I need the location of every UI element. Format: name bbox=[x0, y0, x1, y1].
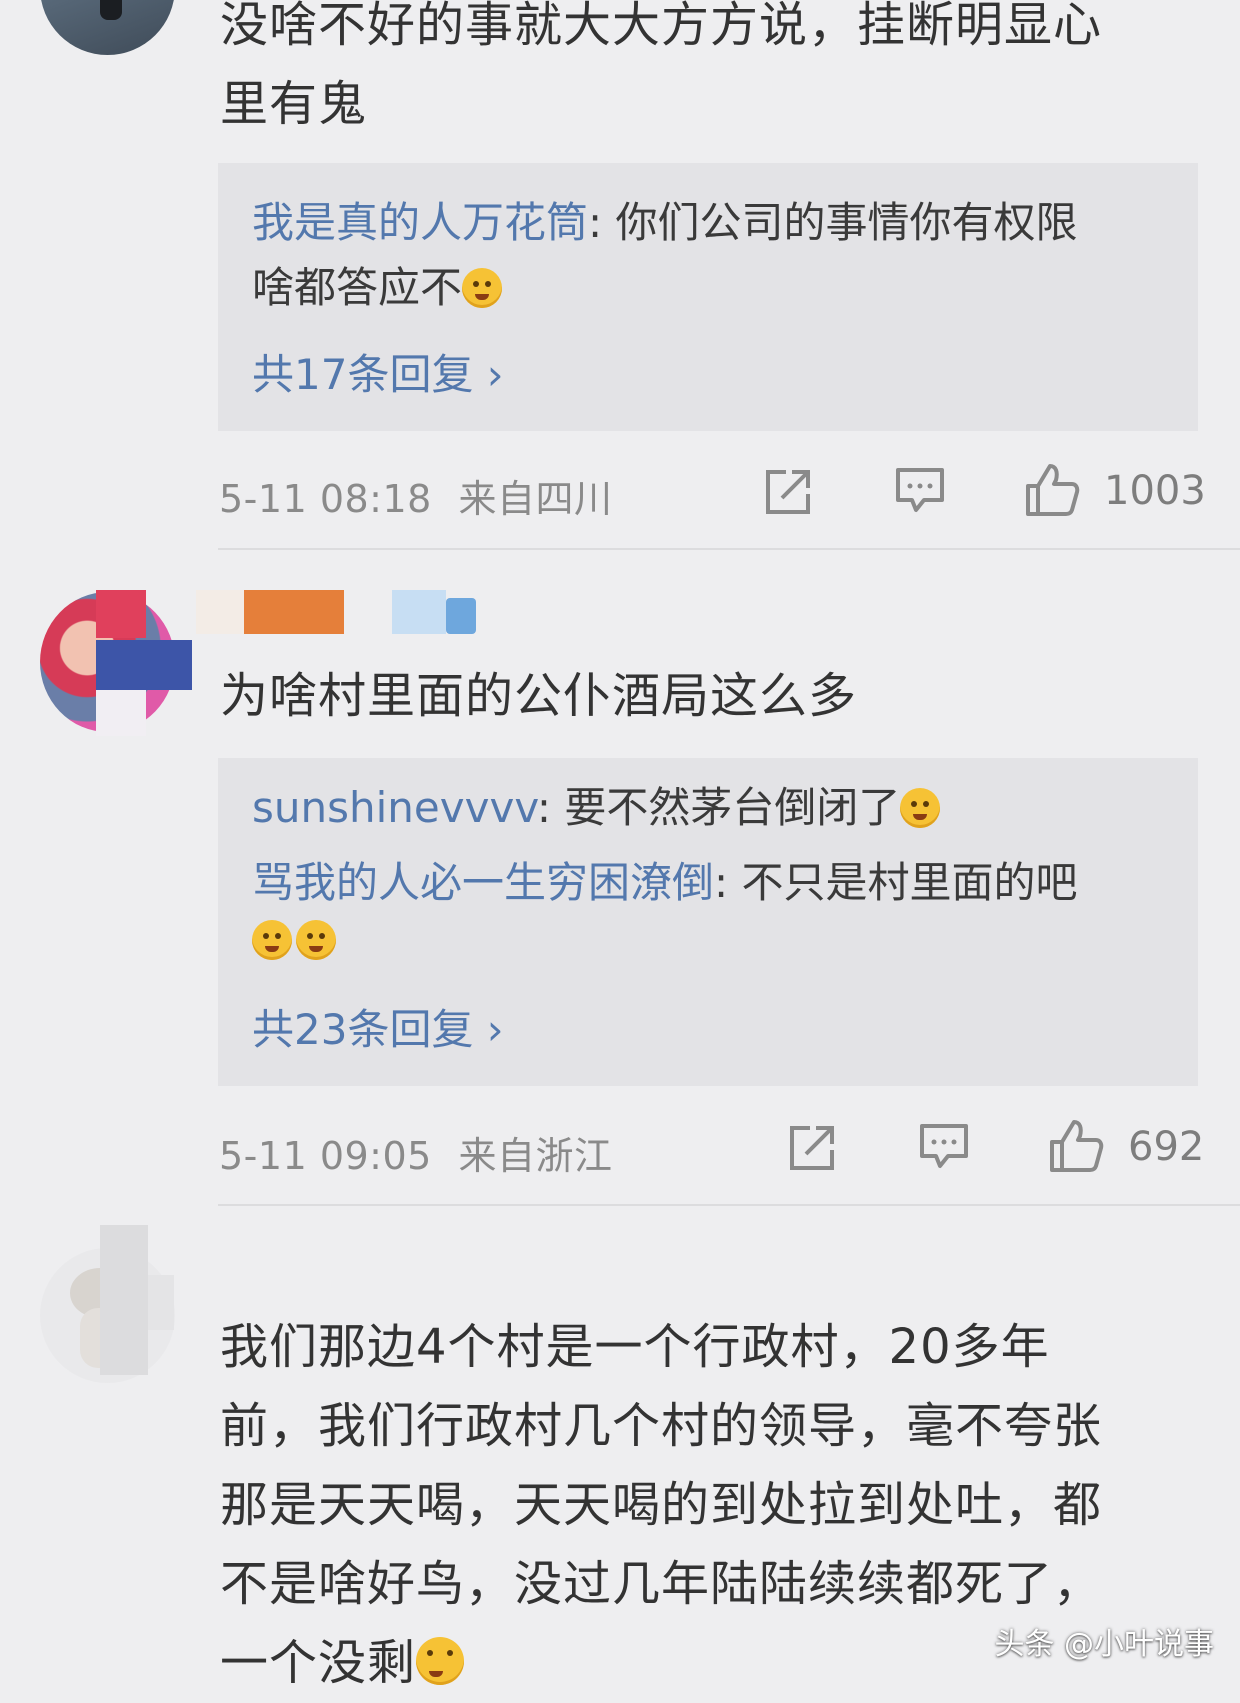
reply-text: : 你们公司的事情你有权限 bbox=[588, 198, 1078, 247]
comment-text: 我们那边4个村是一个行政村，20多年 前，我们行政村几个村的领导，毫不夸张 那是… bbox=[220, 1319, 1103, 1691]
cover-face-emoji-icon bbox=[252, 920, 292, 960]
level-badge bbox=[446, 598, 476, 634]
username-mosaic bbox=[244, 590, 344, 634]
share-icon[interactable] bbox=[786, 1122, 838, 1174]
divider bbox=[218, 1204, 1240, 1206]
more-replies-link[interactable]: 共23条回复 › bbox=[252, 996, 504, 1057]
comment-icon[interactable] bbox=[918, 1122, 970, 1172]
timestamp: 5-11 08:18 bbox=[219, 477, 432, 521]
cover-face-emoji-icon bbox=[296, 920, 336, 960]
username-mosaic bbox=[96, 590, 146, 638]
comment-meta: 5-11 09:05 来自浙江 bbox=[219, 1125, 612, 1180]
username-mosaic bbox=[96, 690, 146, 736]
username-mosaic bbox=[96, 640, 192, 690]
share-icon[interactable] bbox=[762, 466, 814, 518]
location: 来自四川 bbox=[458, 477, 613, 521]
comment-text: 为啥村里面的公仆酒局这么多 bbox=[220, 668, 858, 724]
like-count: 692 bbox=[1128, 1124, 1205, 1170]
username-mosaic bbox=[100, 1225, 148, 1375]
reply-item[interactable]: sunshinevvvv: 要不然茅台倒闭了 bbox=[252, 778, 941, 838]
comment-icon[interactable] bbox=[894, 466, 946, 516]
username-mosaic bbox=[196, 590, 244, 634]
crying-emoji-icon bbox=[416, 1637, 465, 1685]
reply-box[interactable]: 我是真的人万花筒: 你们公司的事情你有权限 啥都答应不 共17条回复 › bbox=[218, 163, 1198, 431]
like-icon[interactable] bbox=[1024, 462, 1080, 518]
comment-meta: 5-11 08:18 来自四川 bbox=[219, 468, 612, 523]
reply-box[interactable]: sunshinevvvv: 要不然茅台倒闭了 骂我的人必一生穷困潦倒: 不只是村… bbox=[218, 758, 1198, 1086]
reply-username[interactable]: sunshinevvvv bbox=[252, 783, 537, 832]
username-mosaic bbox=[148, 1275, 174, 1330]
reply-username[interactable]: 我是真的人万花筒 bbox=[252, 198, 588, 247]
like-count: 1003 bbox=[1104, 468, 1206, 514]
reply-emojis bbox=[252, 910, 336, 970]
location: 来自浙江 bbox=[458, 1134, 613, 1178]
username-mosaic bbox=[392, 590, 446, 634]
watermark: 头条 @小叶说事 bbox=[994, 1627, 1214, 1662]
reply-text-continued: 啥都答应不 bbox=[252, 258, 503, 318]
sweat-emoji-icon bbox=[462, 268, 503, 308]
more-replies-link[interactable]: 共17条回复 › bbox=[252, 341, 504, 402]
divider bbox=[218, 548, 1240, 550]
timestamp: 5-11 09:05 bbox=[219, 1134, 432, 1178]
reply-text: : 不只是村里面的吧 bbox=[714, 858, 1078, 907]
avatar[interactable] bbox=[40, 0, 175, 55]
reply-username[interactable]: 骂我的人必一生穷困潦倒 bbox=[252, 858, 714, 907]
laugh-cry-emoji-icon bbox=[900, 788, 941, 828]
comment-text: 没啥不好的事就大大方方说，挂断明显心 里有鬼 bbox=[220, 0, 1103, 132]
reply-text: : 要不然茅台倒闭了 bbox=[536, 783, 901, 832]
reply-item[interactable]: 我是真的人万花筒: 你们公司的事情你有权限 bbox=[252, 193, 1078, 253]
reply-item[interactable]: 骂我的人必一生穷困潦倒: 不只是村里面的吧 bbox=[252, 853, 1078, 913]
like-icon[interactable] bbox=[1048, 1118, 1104, 1174]
